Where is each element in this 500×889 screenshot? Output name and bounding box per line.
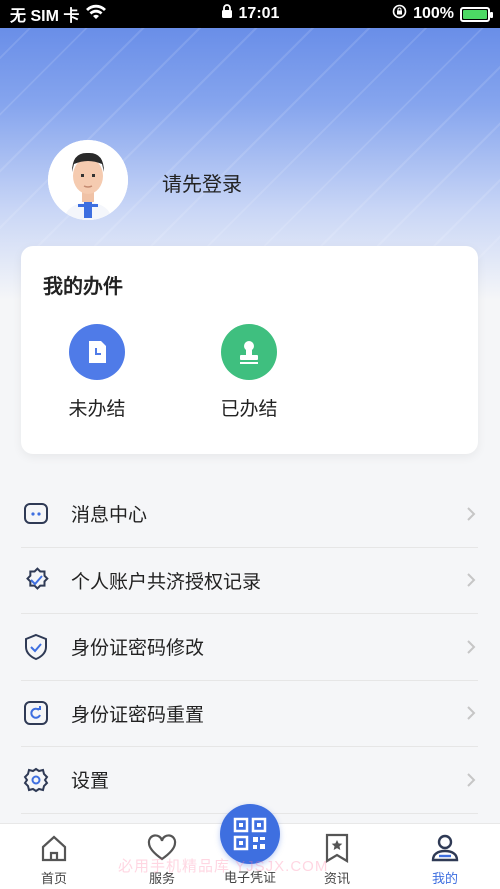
carrier-text: 无 SIM 卡 bbox=[10, 8, 80, 25]
chevron-right-icon bbox=[467, 706, 476, 720]
clock-text: 17:01 bbox=[238, 5, 280, 22]
tab-label: 我的 bbox=[431, 871, 458, 886]
unfinished-items[interactable]: 未办结 bbox=[47, 324, 147, 421]
my-items-card: 我的办件 未办结 已办结 bbox=[21, 246, 478, 454]
shield-check-icon bbox=[21, 632, 51, 662]
chevron-right-icon bbox=[467, 640, 476, 654]
menu-item-message-center[interactable]: 消息中心 bbox=[21, 481, 478, 548]
menu-label: 消息中心 bbox=[71, 505, 148, 527]
battery-percent: 100% bbox=[413, 5, 454, 22]
finished-items[interactable]: 已办结 bbox=[199, 324, 299, 421]
header-pattern bbox=[0, 0, 500, 260]
wifi-icon bbox=[85, 4, 107, 25]
tab-label: 首页 bbox=[40, 871, 67, 886]
reset-icon bbox=[21, 698, 51, 728]
verified-badge-icon bbox=[21, 565, 51, 595]
finished-label: 已办结 bbox=[220, 399, 278, 420]
menu-label: 个人账户共济授权记录 bbox=[71, 571, 262, 593]
avatar[interactable] bbox=[48, 140, 128, 220]
user-icon bbox=[410, 832, 480, 864]
qr-code-icon bbox=[233, 817, 267, 851]
menu-item-id-password-reset[interactable]: 身份证密码重置 bbox=[21, 681, 478, 747]
chevron-right-icon bbox=[467, 507, 476, 521]
menu-item-authorization-records[interactable]: 个人账户共济授权记录 bbox=[21, 548, 478, 614]
document-clock-icon bbox=[69, 324, 125, 380]
my-items-title: 我的办件 bbox=[43, 276, 123, 298]
menu-label: 身份证密码重置 bbox=[71, 704, 205, 726]
status-bar: 无 SIM 卡 17:01 100% bbox=[0, 0, 500, 28]
gear-icon bbox=[21, 765, 51, 795]
chevron-right-icon bbox=[467, 773, 476, 787]
menu-item-id-password-change[interactable]: 身份证密码修改 bbox=[21, 614, 478, 681]
menu-label: 设置 bbox=[71, 771, 110, 793]
tab-mine[interactable]: 我的 bbox=[410, 832, 480, 887]
watermark: 必用手机精品库 YJSJX.COM bbox=[118, 858, 329, 875]
login-prompt[interactable]: 请先登录 bbox=[162, 168, 242, 197]
menu-label: 身份证密码修改 bbox=[71, 638, 205, 660]
lock-icon bbox=[221, 4, 233, 24]
stamp-icon bbox=[221, 324, 277, 380]
rotation-lock-icon bbox=[392, 4, 407, 24]
menu-list: 消息中心 个人账户共济授权记录 身份证密码修改 身份证密码重置 设置 bbox=[21, 481, 478, 814]
tab-home[interactable]: 首页 bbox=[19, 832, 89, 887]
battery-icon bbox=[460, 6, 493, 22]
home-icon bbox=[19, 832, 89, 864]
chevron-right-icon bbox=[467, 573, 476, 587]
unfinished-label: 未办结 bbox=[68, 399, 126, 420]
message-icon bbox=[21, 499, 51, 529]
